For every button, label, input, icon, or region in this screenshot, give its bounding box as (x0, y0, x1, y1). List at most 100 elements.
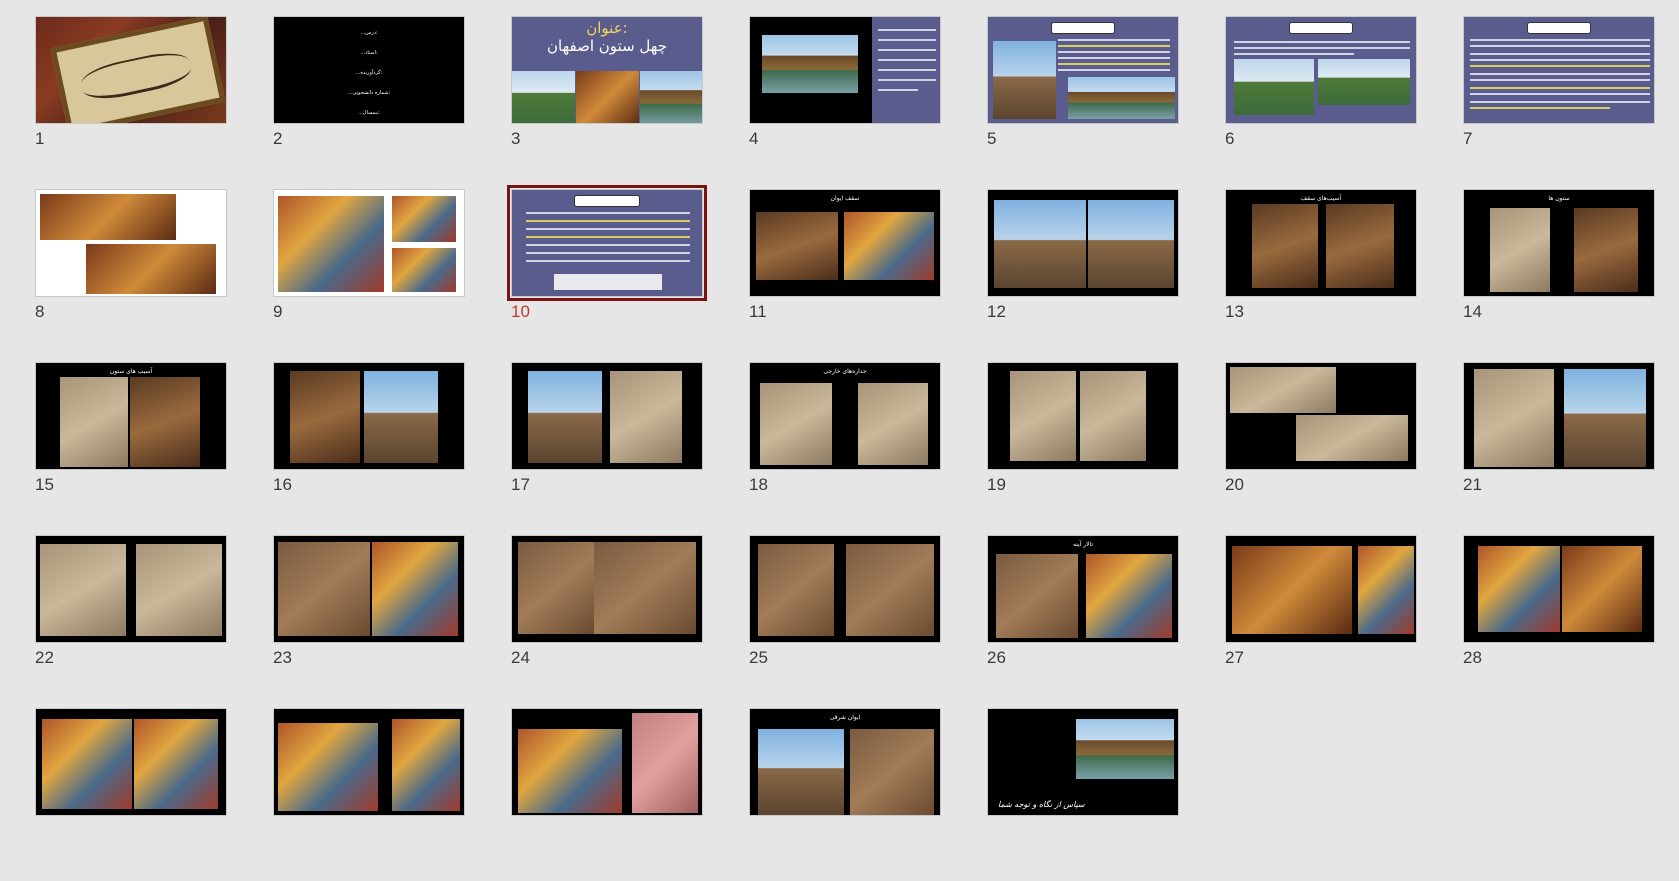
slide-thumbnail[interactable]: 17 (511, 362, 703, 535)
slide-caption: آسیب های ستون (109, 368, 153, 375)
slide-thumbnail[interactable]: 4 (749, 16, 941, 189)
slide-preview[interactable] (511, 535, 703, 643)
slide-preview[interactable] (987, 362, 1179, 470)
slide-preview[interactable] (749, 16, 941, 124)
photo (576, 71, 639, 123)
slide-thumbnail-selected[interactable]: 10 (507, 185, 707, 362)
photo (40, 544, 126, 636)
slide-thumbnail[interactable]: 28 (1463, 535, 1655, 708)
slide-thumbnail[interactable]: 19 (987, 362, 1179, 535)
slide-text: ...درس: ...استاد: ...گردآورنده: ...شماره… (347, 30, 391, 116)
slide-number: 5 (987, 129, 997, 148)
photo (1358, 546, 1414, 634)
slide-preview[interactable]: ...درس: ...استاد: ...گردآورنده: ...شماره… (273, 16, 465, 124)
slide-caption: ایوان شرقی (829, 714, 861, 721)
slide-preview[interactable] (511, 362, 703, 470)
slide-preview[interactable] (987, 16, 1179, 124)
slide-thumbnail[interactable]: سقف ایوان 11 (749, 189, 941, 362)
photo (278, 196, 384, 292)
slide-thumbnail[interactable]: 9 (273, 189, 465, 362)
slide-preview[interactable] (1225, 362, 1417, 470)
slide-thumbnail[interactable]: تالار آینه 26 (987, 535, 1179, 708)
slide-thumbnail[interactable]: 7 (1463, 16, 1655, 189)
slide-caption: تالار آینه (1072, 541, 1094, 548)
slide-thumbnail[interactable]: آسیب‌های سقف 13 (1225, 189, 1417, 362)
slide-preview[interactable] (35, 189, 227, 297)
slide-thumbnail[interactable]: 25 (749, 535, 941, 708)
photo (60, 377, 128, 467)
slide-preview[interactable]: سقف ایوان (749, 189, 941, 297)
slide-preview[interactable] (1463, 535, 1655, 643)
slide-preview[interactable]: سپاس از نگاه و توجه شما (987, 708, 1179, 816)
slide-thumbnail[interactable]: ...درس: ...استاد: ...گردآورنده: ...شماره… (273, 16, 465, 189)
slide-thumbnail[interactable]: 23 (273, 535, 465, 708)
photo (392, 248, 456, 292)
slide-number: 3 (511, 129, 521, 148)
slide-number: 26 (987, 648, 1006, 667)
slide-preview[interactable] (273, 362, 465, 470)
slide-preview[interactable] (35, 16, 227, 124)
slide-preview[interactable] (273, 189, 465, 297)
slide-preview[interactable]: عنوان: چهل ستون اصفهان (511, 16, 703, 124)
slide-preview[interactable] (749, 535, 941, 643)
slide-number: 4 (749, 129, 759, 148)
photo (1562, 546, 1642, 632)
slide-sorter-grid: 1 ...درس: ...استاد: ...گردآورنده: ...شما… (35, 16, 1655, 881)
slide-preview[interactable]: تالار آینه (987, 535, 1179, 643)
photo (1326, 204, 1394, 288)
photo (42, 719, 132, 809)
slide-preview[interactable] (273, 708, 465, 816)
photo (858, 383, 928, 465)
slide-preview[interactable] (35, 708, 227, 816)
slide-preview[interactable] (1463, 362, 1655, 470)
slide-thumbnail[interactable] (511, 708, 703, 881)
slide-thumbnail[interactable]: 24 (511, 535, 703, 708)
slide-thumbnail[interactable]: 1 (35, 16, 227, 189)
slide-thumbnail[interactable]: 12 (987, 189, 1179, 362)
photo (1474, 369, 1554, 467)
photo (994, 200, 1086, 288)
slide-preview[interactable]: جداره‌های خارجی (749, 362, 941, 470)
photo (1088, 200, 1174, 288)
slide-thumbnail[interactable]: 8 (35, 189, 227, 362)
slide-thumbnail[interactable]: 5 (987, 16, 1179, 189)
slide-caption: سپاس از نگاه و توجه شما (998, 800, 1085, 809)
slide-preview[interactable] (507, 185, 707, 301)
calligraphy-image (50, 17, 226, 123)
slide-thumbnail[interactable]: آسیب های ستون 15 (35, 362, 227, 535)
slide-thumbnail[interactable]: عنوان: چهل ستون اصفهان 3 (511, 16, 703, 189)
slide-preview[interactable]: ایوان شرقی (749, 708, 941, 816)
slide-preview[interactable]: آسیب‌های سقف (1225, 189, 1417, 297)
slide-thumbnail[interactable]: 27 (1225, 535, 1417, 708)
slide-preview[interactable] (273, 535, 465, 643)
slide-preview[interactable] (1225, 16, 1417, 124)
slide-number: 2 (273, 129, 283, 148)
slide-thumbnail[interactable]: 16 (273, 362, 465, 535)
slide-preview[interactable] (511, 708, 703, 816)
slide-thumbnail[interactable]: جداره‌های خارجی 18 (749, 362, 941, 535)
slide-thumbnail[interactable]: 21 (1463, 362, 1655, 535)
slide-preview[interactable] (35, 535, 227, 643)
slide-preview[interactable] (1225, 535, 1417, 643)
slide-thumbnail[interactable]: 22 (35, 535, 227, 708)
slide-thumbnail[interactable]: ایوان شرقی (749, 708, 941, 881)
slide-caption: آسیب‌های سقف (1300, 195, 1342, 202)
slide-preview[interactable]: آسیب های ستون (35, 362, 227, 470)
slide-title-box (1051, 22, 1115, 34)
slide-number: 17 (511, 475, 530, 494)
slide-number: 28 (1463, 648, 1482, 667)
photo (844, 212, 934, 280)
slide-thumbnail[interactable]: سپاس از نگاه و توجه شما (987, 708, 1179, 881)
photo (640, 71, 702, 123)
slide-thumbnail[interactable] (273, 708, 465, 881)
photo (594, 542, 696, 634)
slide-thumbnail[interactable]: 6 (1225, 16, 1417, 189)
photo (512, 71, 575, 123)
slide-preview[interactable] (1463, 16, 1655, 124)
photo (1010, 371, 1076, 461)
slide-thumbnail[interactable]: 20 (1225, 362, 1417, 535)
slide-preview[interactable] (987, 189, 1179, 297)
slide-preview[interactable]: ستون ها (1463, 189, 1655, 297)
slide-thumbnail[interactable]: ستون ها 14 (1463, 189, 1655, 362)
slide-thumbnail[interactable] (35, 708, 227, 881)
